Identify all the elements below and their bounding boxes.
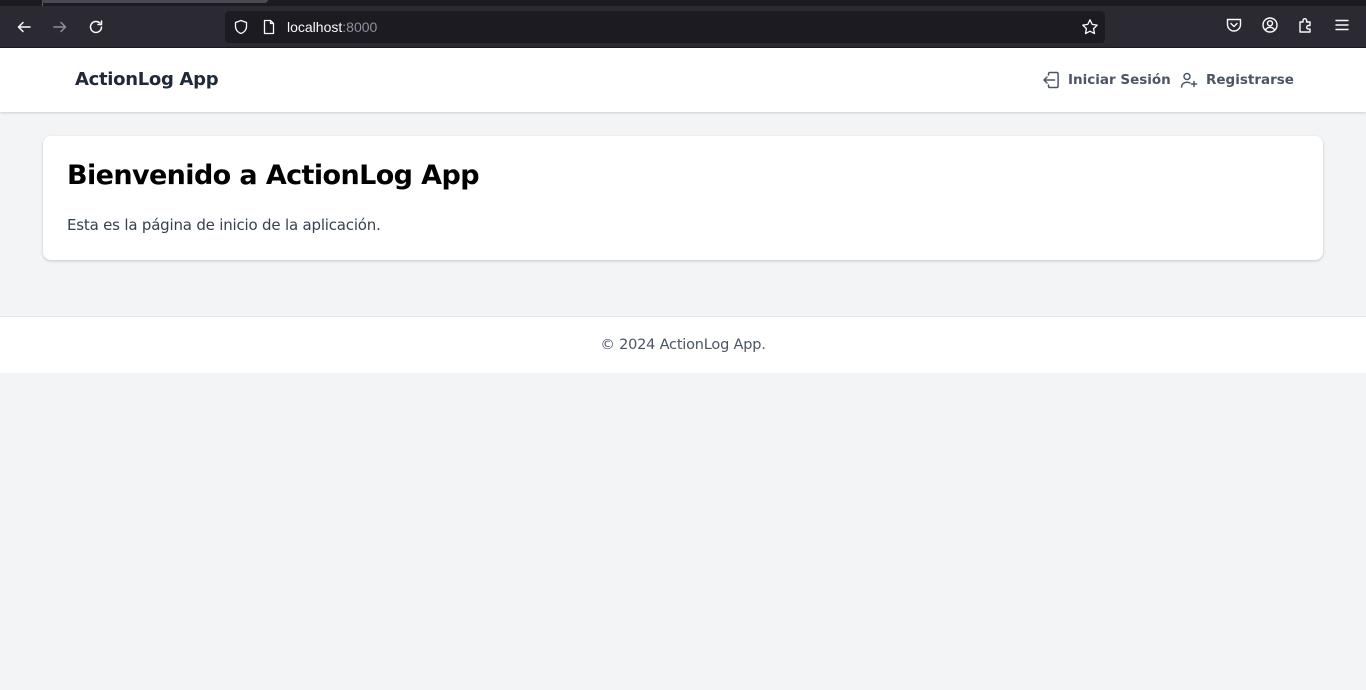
register-link-label: Registrarse xyxy=(1206,72,1294,88)
reload-button[interactable] xyxy=(82,13,110,41)
url-port: :8000 xyxy=(342,19,378,35)
puzzle-icon[interactable] xyxy=(1297,16,1315,34)
pocket-icon[interactable] xyxy=(1225,16,1243,34)
url-text[interactable]: localhost:8000 xyxy=(287,19,377,35)
arrow-right-icon xyxy=(53,21,67,33)
page-footer: © 2024 ActionLog App. xyxy=(0,316,1366,373)
active-tab[interactable] xyxy=(42,0,268,3)
forward-button[interactable] xyxy=(46,13,74,41)
login-link[interactable]: Iniciar Sesión xyxy=(1042,69,1171,91)
page-description: Esta es la página de inicio de la aplica… xyxy=(67,216,381,234)
welcome-card: Bienvenido a ActionLog App Esta es la pá… xyxy=(43,136,1323,260)
browser-toolbar: localhost:8000 xyxy=(0,0,1366,48)
brand-logo-link[interactable]: ActionLog App xyxy=(75,68,219,92)
register-link[interactable]: Registrarse xyxy=(1180,69,1294,91)
copyright-text: © 2024 ActionLog App. xyxy=(600,337,766,353)
account-icon[interactable] xyxy=(1261,16,1279,34)
login-icon xyxy=(1043,71,1059,89)
page-title: Bienvenido a ActionLog App xyxy=(67,160,480,191)
back-button[interactable] xyxy=(10,13,38,41)
shield-icon[interactable] xyxy=(233,19,249,35)
page-icon[interactable] xyxy=(261,19,277,35)
tab-strip xyxy=(0,0,1366,6)
app-header: ActionLog App Iniciar Sesión Registrarse xyxy=(0,48,1366,112)
user-plus-icon xyxy=(1180,72,1198,88)
reload-icon xyxy=(89,20,103,34)
url-bar[interactable]: localhost:8000 xyxy=(225,11,1105,43)
star-icon[interactable] xyxy=(1081,18,1099,36)
arrow-left-icon xyxy=(17,21,31,33)
hamburger-menu-icon[interactable] xyxy=(1333,16,1351,34)
url-host: localhost xyxy=(287,19,343,35)
login-link-label: Iniciar Sesión xyxy=(1068,72,1171,88)
